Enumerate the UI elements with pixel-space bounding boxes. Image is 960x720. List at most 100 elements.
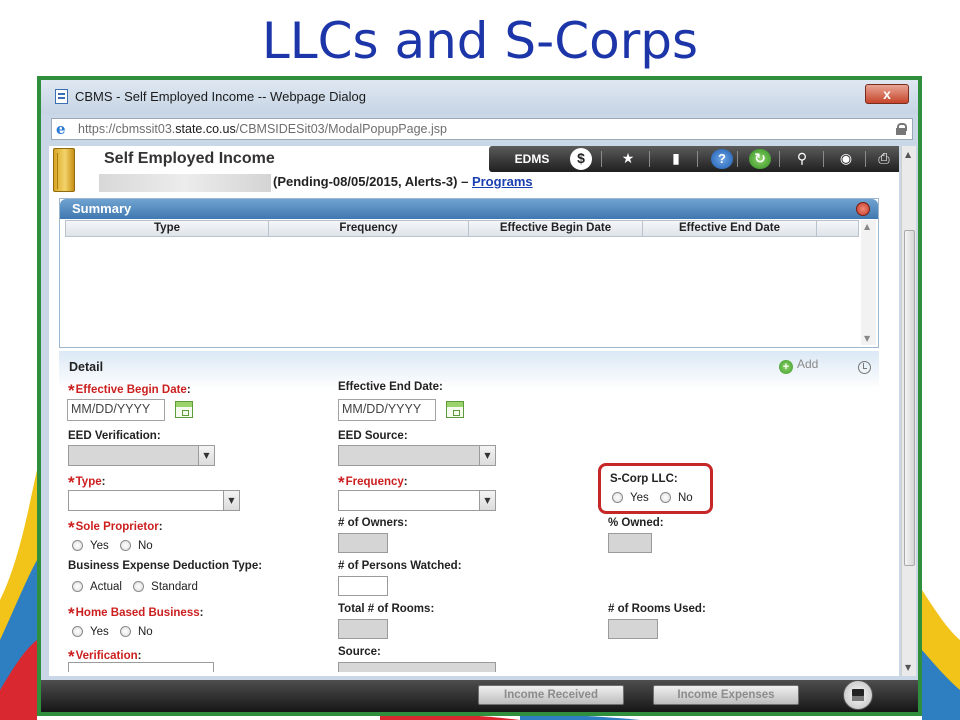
programs-link[interactable]: Programs bbox=[472, 174, 533, 189]
help-icon[interactable]: ? bbox=[711, 149, 733, 169]
folder-icon bbox=[53, 148, 75, 192]
eed-source-select[interactable]: ▼ bbox=[338, 445, 496, 466]
sole-proprietor-label: *Sole Proprietor: bbox=[68, 518, 163, 537]
home-based-yes-radio[interactable] bbox=[72, 626, 83, 637]
actual-radio[interactable] bbox=[72, 581, 83, 592]
toolbar-separator bbox=[865, 151, 866, 167]
persons-watched-label: # of Persons Watched: bbox=[338, 560, 462, 572]
num-owners-input[interactable] bbox=[338, 533, 388, 553]
pct-owned-label: % Owned: bbox=[608, 517, 664, 529]
redacted-name bbox=[99, 174, 271, 192]
comment-icon[interactable]: ◉ bbox=[835, 149, 857, 169]
frequency-select[interactable]: ▼ bbox=[338, 490, 496, 511]
sole-proprietor-no-radio[interactable] bbox=[119, 540, 131, 551]
address-bar[interactable]: e https://cbmssit03.state.co.us/CBMSIDES… bbox=[51, 118, 913, 140]
rooms-used-input[interactable] bbox=[608, 619, 658, 639]
magnifier-icon[interactable]: ⚲ bbox=[791, 149, 813, 169]
page-scrollbar[interactable]: ▲ ▼ bbox=[901, 146, 916, 676]
toolbar-separator bbox=[697, 151, 698, 167]
sole-proprietor-yes-label: Yes bbox=[90, 540, 109, 552]
summary-grid-header: Type Frequency Effective Begin Date Effe… bbox=[65, 220, 859, 237]
source-select[interactable] bbox=[338, 662, 496, 672]
reset-icon[interactable] bbox=[858, 361, 871, 374]
summary-panel: Summary Type Frequency Effective Begin D… bbox=[59, 198, 879, 348]
eed-verification-label: EED Verification: bbox=[68, 430, 161, 442]
source-label: Source: bbox=[338, 646, 381, 658]
home-based-no-label: No bbox=[137, 626, 153, 638]
total-rooms-input[interactable] bbox=[338, 619, 388, 639]
sole-proprietor-radio-group: Yes No bbox=[72, 540, 161, 552]
notes-icon[interactable]: ▮ bbox=[665, 149, 687, 169]
status-line: (Pending-08/05/2015, Alerts-3) – Program… bbox=[273, 174, 533, 189]
persons-watched-input[interactable] bbox=[338, 576, 388, 596]
dollar-icon[interactable]: $ bbox=[570, 148, 592, 170]
sole-proprietor-no-label: No bbox=[137, 540, 153, 552]
window-titlebar[interactable]: CBMS - Self Employed Income -- Webpage D… bbox=[41, 80, 918, 114]
column-header-type[interactable]: Type bbox=[66, 221, 269, 236]
chevron-down-icon[interactable]: ▼ bbox=[479, 491, 495, 510]
effective-begin-date-input[interactable]: MM/DD/YYYY bbox=[67, 399, 165, 421]
total-rooms-label: Total # of Rooms: bbox=[338, 603, 435, 615]
calendar-icon[interactable] bbox=[446, 401, 464, 418]
page-title: Self Employed Income bbox=[104, 150, 275, 167]
rooms-used-label: # of Rooms Used: bbox=[608, 603, 706, 615]
scroll-up-icon[interactable]: ▲ bbox=[905, 150, 911, 159]
scroll-thumb[interactable] bbox=[904, 230, 915, 566]
standard-radio[interactable] bbox=[133, 581, 145, 592]
highlight-box bbox=[598, 463, 713, 514]
column-header-effective-begin-date[interactable]: Effective Begin Date bbox=[469, 221, 643, 236]
home-based-label: *Home Based Business: bbox=[68, 604, 204, 623]
refresh-icon[interactable]: ↻ bbox=[749, 149, 771, 169]
column-header-frequency[interactable]: Frequency bbox=[269, 221, 469, 236]
summary-header: Summary bbox=[60, 199, 878, 219]
actual-label: Actual bbox=[90, 581, 122, 593]
income-expenses-button[interactable]: Income Expenses bbox=[653, 685, 799, 705]
toolbar-separator bbox=[601, 151, 602, 167]
chevron-down-icon[interactable]: ▼ bbox=[223, 491, 239, 510]
summary-title: Summary bbox=[72, 201, 132, 216]
toolbar-separator bbox=[737, 151, 738, 167]
standard-label: Standard bbox=[151, 581, 198, 593]
eed-verification-select[interactable]: ▼ bbox=[68, 445, 215, 466]
column-header-effective-end-date[interactable]: Effective End Date bbox=[643, 221, 817, 236]
toolbar-separator bbox=[779, 151, 780, 167]
pct-owned-input[interactable] bbox=[608, 533, 652, 553]
bottom-bar: Income Received Income Expenses bbox=[41, 680, 918, 712]
effective-begin-date-label: *Effective Begin Date: bbox=[68, 381, 191, 400]
star-icon[interactable]: ★ bbox=[617, 149, 639, 169]
print-icon[interactable]: ⎙ bbox=[873, 149, 895, 169]
effective-end-date-input[interactable]: MM/DD/YYYY bbox=[338, 399, 436, 421]
browser-icon: e bbox=[56, 120, 66, 138]
eed-source-label: EED Source: bbox=[338, 430, 408, 442]
sole-proprietor-yes-radio[interactable] bbox=[72, 540, 83, 551]
num-owners-label: # of Owners: bbox=[338, 517, 408, 529]
chevron-down-icon[interactable]: ▼ bbox=[479, 446, 495, 465]
chevron-down-icon[interactable]: ▼ bbox=[198, 446, 214, 465]
summary-scrollbar[interactable]: ▲ ▼ bbox=[861, 220, 876, 345]
plus-icon: + bbox=[779, 360, 793, 374]
scroll-down-icon[interactable]: ▼ bbox=[864, 334, 870, 343]
collapse-icon[interactable] bbox=[856, 202, 870, 216]
effective-end-date-label: Effective End Date: bbox=[338, 381, 443, 393]
income-received-button[interactable]: Income Received bbox=[478, 685, 624, 705]
toolbar-separator bbox=[823, 151, 824, 167]
close-button[interactable]: x bbox=[865, 84, 909, 104]
document-icon bbox=[55, 89, 68, 104]
toolbar-separator bbox=[649, 151, 650, 167]
type-select[interactable]: ▼ bbox=[68, 490, 240, 511]
lock-icon bbox=[896, 123, 907, 135]
detail-title: Detail bbox=[69, 360, 104, 374]
edms-button[interactable]: EDMS bbox=[501, 150, 563, 170]
home-based-yes-label: Yes bbox=[90, 626, 109, 638]
slide-title: LLCs and S-Corps bbox=[261, 12, 699, 70]
business-expense-radio-group: Actual Standard bbox=[72, 581, 206, 593]
home-based-no-radio[interactable] bbox=[119, 626, 131, 637]
save-icon[interactable] bbox=[843, 680, 873, 710]
verification-select[interactable] bbox=[68, 662, 214, 672]
toolbar: EDMS $ ★ ▮ ? ↻ ⚲ ◉ ⎙ bbox=[489, 146, 899, 172]
scroll-up-icon[interactable]: ▲ bbox=[864, 222, 870, 231]
business-expense-label: Business Expense Deduction Type: bbox=[68, 560, 263, 572]
calendar-icon[interactable] bbox=[175, 401, 193, 418]
add-button[interactable]: + Add bbox=[779, 357, 818, 374]
scroll-down-icon[interactable]: ▼ bbox=[905, 663, 911, 672]
